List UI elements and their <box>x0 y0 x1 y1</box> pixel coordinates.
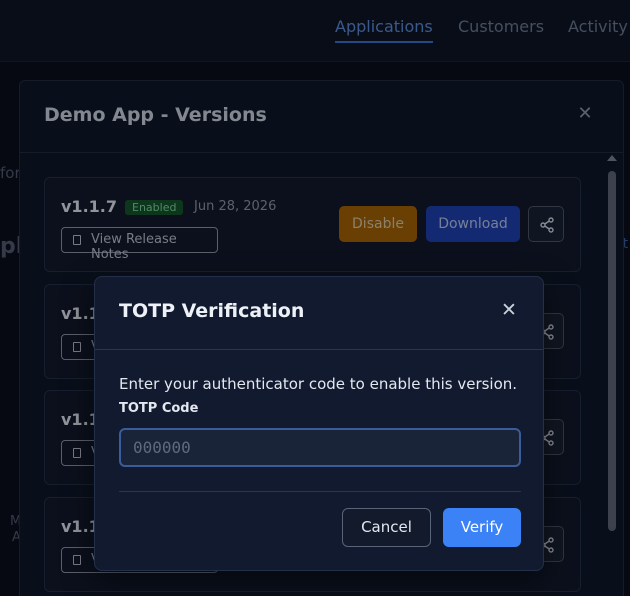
verify-button[interactable]: Verify <box>443 508 521 547</box>
totp-dialog: TOTP Verification ✕ Enter your authentic… <box>94 276 544 571</box>
cancel-button[interactable]: Cancel <box>342 508 431 547</box>
dialog-title: TOTP Verification <box>119 300 305 322</box>
divider <box>95 349 543 350</box>
totp-code-label: TOTP Code <box>119 401 199 416</box>
close-icon[interactable]: ✕ <box>500 301 518 320</box>
dialog-description: Enter your authenticator code to enable … <box>119 375 518 393</box>
totp-code-input[interactable] <box>119 428 521 467</box>
divider <box>119 491 521 492</box>
